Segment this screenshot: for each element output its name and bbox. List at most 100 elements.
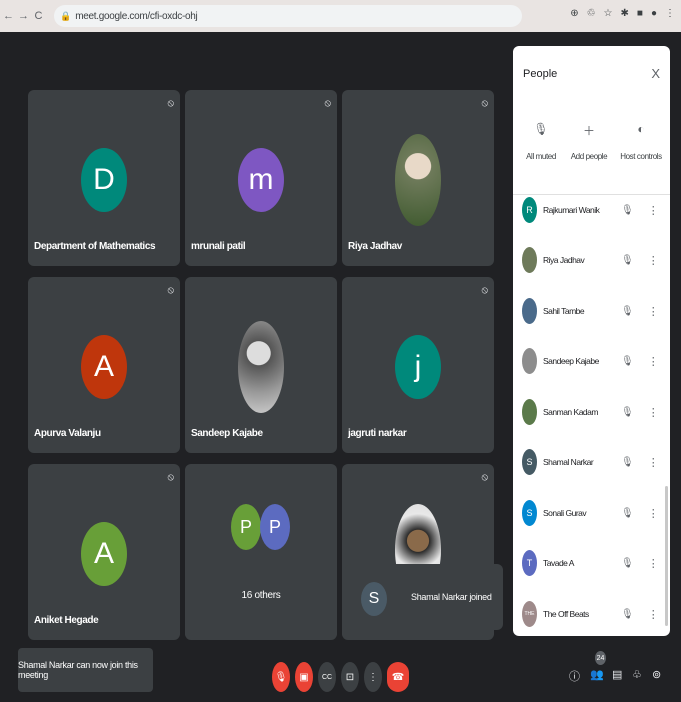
mic-off-icon: ⦸ [481,285,488,296]
participant-row[interactable]: Sahil Tambe 🎙 ⋮ [513,291,663,331]
more-vert-icon[interactable]: ⋮ [648,557,659,570]
avatar: P [260,504,290,550]
participant-count-badge: 24 [595,651,606,665]
panel-title: People [523,68,558,80]
avatar: R [522,197,537,223]
mic-off-icon: 🎙 [274,671,288,683]
host-controls-button[interactable]: ◐ Host controls [615,122,667,161]
participant-tile[interactable]: ⦸ j jagruti narkar [342,277,494,453]
avatar [522,298,537,324]
others-count: 16 others [241,590,281,601]
leave-call-button[interactable]: ☎ [387,662,409,692]
avatar: j [395,335,441,399]
avatar [522,399,537,425]
action-label: Add people [570,152,608,161]
add-people-button[interactable]: ＋ Add people [563,122,615,161]
participant-name: Riya Jadhav [348,241,402,252]
avatar [522,348,537,374]
participant-name: mrunali patil [191,241,246,252]
lock-icon[interactable]: 🔒 [60,11,71,22]
chat-icon[interactable]: ▤ [612,668,622,681]
meeting-info-icon[interactable]: ⓘ [569,668,580,684]
mic-off-icon: 🎙 [621,456,634,468]
close-icon[interactable]: X [651,66,660,81]
participant-name: Rajkumari Wanik [543,205,600,215]
participant-name: jagruti narkar [348,428,407,439]
mic-off-icon: 🎙 [621,305,634,317]
action-label: All muted [526,152,556,161]
more-vert-icon[interactable]: ⋮ [648,204,659,217]
bookmark-star-icon[interactable]: ☆ [604,8,613,19]
people-icon[interactable]: 👥 [590,668,604,681]
extensions-puzzle-icon[interactable]: ✱ [621,8,629,19]
avatar: S [522,500,537,526]
participant-name: Sanman Kadam [543,407,598,417]
avatar: D [81,148,127,212]
participant-row[interactable]: Sanman Kadam 🎙 ⋮ [513,392,663,432]
reload-icon[interactable]: C [32,10,45,22]
participant-name: Shamal Narkar [543,457,594,467]
camera-off-icon: ▣ [299,671,309,683]
sidebar-icon[interactable]: ■ [637,8,643,19]
forward-icon[interactable]: → [17,10,30,22]
activities-icon[interactable]: ♧ [632,668,642,681]
participant-tile[interactable]: ⦸ m mrunali patil [185,90,337,266]
more-vert-icon[interactable]: ⋮ [648,305,659,318]
more-vert-icon[interactable]: ⋮ [648,254,659,267]
participant-name: Sandeep Kajabe [191,428,263,439]
participant-row[interactable]: R Rajkumari Wanik 🎙 ⋮ [513,190,663,230]
host-controls-icon[interactable]: ⊚ [652,668,661,681]
captions-icon: CC [321,673,333,681]
mic-off-icon: 🎙 [621,204,634,216]
host-controls-icon: ◐ [637,122,645,136]
participant-tile[interactable]: ⦸ Riya Jadhav [342,90,494,266]
more-vert-icon[interactable]: ⋮ [648,608,659,621]
mic-off-icon: ⦸ [167,472,174,483]
avatar [395,134,441,226]
notification-text: Shamal Narkar joined [411,592,492,602]
extension-icon[interactable]: ⊕ [570,8,578,19]
participant-row[interactable]: T Tavade A 🎙 ⋮ [513,543,663,583]
more-options-button[interactable]: ⋮ [364,662,382,692]
avatar: m [238,148,284,212]
more-vert-icon[interactable]: ⋮ [648,406,659,419]
profile-avatar-icon[interactable]: ● [651,8,657,19]
back-icon[interactable]: ← [2,10,15,22]
participant-name: Riya Jadhav [543,255,585,265]
mic-off-icon: 🎙 [621,254,634,266]
participant-name: Aniket Hegade [34,615,99,626]
others-tile[interactable]: P P 16 others [185,464,337,640]
participant-row[interactable]: Riya Jadhav 🎙 ⋮ [513,240,663,280]
avatar [238,321,284,413]
avatar: P [231,504,261,550]
mic-off-icon: ⦸ [324,98,331,109]
participant-tile[interactable]: Sandeep Kajabe [185,277,337,453]
participant-tile[interactable]: ⦸ A Apurva Valanju [28,277,180,453]
avatar [522,247,537,273]
more-vert-icon[interactable]: ⋮ [648,507,659,520]
mic-off-icon: ⦸ [167,98,174,109]
camera-toggle-button[interactable]: ▣ [295,662,313,692]
more-vert-icon[interactable]: ⋮ [648,456,659,469]
hang-up-icon: ☎ [391,671,405,683]
add-person-icon: ＋ [582,124,595,138]
participant-row[interactable]: S Shamal Narkar 🎙 ⋮ [513,442,663,482]
mic-off-icon: ⦸ [481,98,488,109]
address-bar[interactable]: 🔒 meet.google.com/cfi-oxdc-ohj [54,5,522,27]
mic-off-icon: 🎙 [533,122,549,136]
browser-menu-icon[interactable]: ⋮ [665,8,675,19]
mic-off-icon: 🎙 [621,406,634,418]
participant-tile[interactable]: ⦸ A Aniket Hegade [28,464,180,640]
participant-row[interactable]: THE The Off Beats 🎙 ⋮ [513,594,663,634]
participant-tile[interactable]: ⦸ D Department of Mathematics [28,90,180,266]
avatar: A [81,335,127,399]
present-button[interactable]: ⊡ [341,662,359,692]
participant-row[interactable]: S Sonali Gurav 🎙 ⋮ [513,493,663,533]
extension-icon[interactable]: ♲ [587,8,596,19]
more-vert-icon[interactable]: ⋮ [648,355,659,368]
captions-button[interactable]: CC [318,662,336,692]
mic-toggle-button[interactable]: 🎙 [272,662,290,692]
all-muted-button[interactable]: 🎙 All muted [515,122,567,161]
panel-scrollbar[interactable] [665,486,668,626]
participant-row[interactable]: Sandeep Kajabe 🎙 ⋮ [513,341,663,381]
